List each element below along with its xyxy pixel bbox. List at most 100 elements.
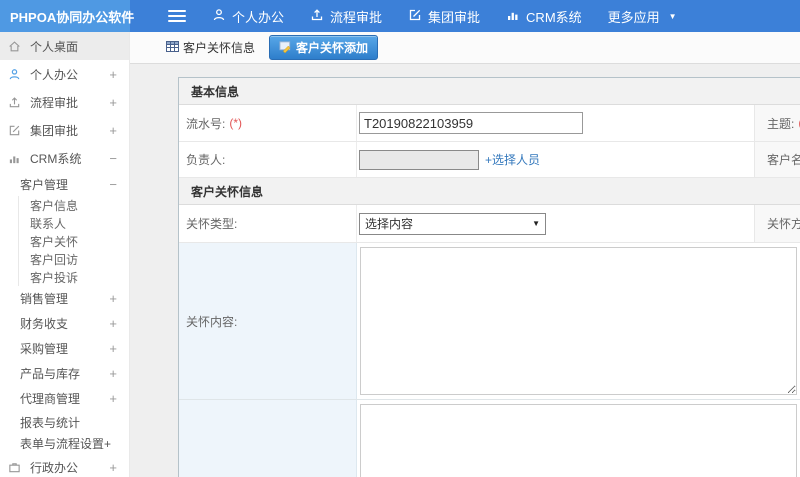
section-header-care-info: 客户关怀信息 bbox=[179, 178, 800, 205]
nav-group-approval[interactable]: 集团审批 bbox=[408, 7, 480, 26]
sidebar-item-label: 代理商管理 bbox=[20, 392, 81, 406]
main-area: 客户关怀信息 客户关怀添加 基本信息 流水号: (*) T20190822103… bbox=[130, 32, 800, 477]
tab-label: 客户关怀添加 bbox=[296, 41, 369, 55]
sidebar-item-label: 联系人 bbox=[30, 216, 67, 231]
sidebar-item-label: 产品与库存 bbox=[20, 367, 81, 381]
extra-content-label bbox=[179, 400, 357, 477]
collapse-toggle[interactable]: − bbox=[109, 151, 117, 166]
care-method-label: 关怀方式: bbox=[754, 205, 800, 242]
sidebar-item-sales-management[interactable]: 销售管理 + bbox=[0, 286, 129, 311]
expand-toggle[interactable]: + bbox=[109, 366, 117, 381]
sidebar-item-group-approval[interactable]: 集团审批 + bbox=[0, 116, 129, 144]
sidebar-item-desktop[interactable]: 个人桌面 bbox=[0, 32, 129, 60]
sidebar-item-purchasing[interactable]: 采购管理 + bbox=[0, 336, 129, 361]
flow-icon bbox=[8, 96, 21, 109]
expand-toggle[interactable]: + bbox=[109, 460, 117, 475]
sidebar-item-label: 行政办公 bbox=[30, 460, 79, 475]
sidebar-item-admin-office[interactable]: 行政办公 + bbox=[0, 453, 129, 477]
care-type-cell: 选择内容 ▼ bbox=[357, 205, 754, 242]
owner-row: 负责人: +选择人员 客户名称: (*) bbox=[179, 142, 800, 178]
sidebar-item-label: 表单与流程设置+ bbox=[20, 436, 112, 451]
sidebar-item-customer-revisit[interactable]: 客户回访 bbox=[19, 250, 129, 268]
sidebar-item-label: 集团审批 bbox=[30, 123, 79, 138]
top-navbar: PHPOA协同办公软件 个人办公 流程审批 集团审批 CRM系统 更多应用 ▼ bbox=[0, 0, 800, 32]
expand-toggle[interactable]: + bbox=[109, 291, 117, 306]
sidebar-item-reports-statistics[interactable]: 报表与统计 bbox=[0, 411, 129, 433]
nav-crm-system[interactable]: CRM系统 bbox=[506, 7, 582, 26]
briefcase-icon bbox=[8, 461, 21, 474]
dropdown-arrow-icon: ▼ bbox=[532, 219, 540, 228]
sidebar-item-personal-office[interactable]: 个人办公 + bbox=[0, 60, 129, 88]
nav-label: CRM系统 bbox=[526, 9, 582, 25]
sidebar: 个人桌面 个人办公 + 流程审批 + 集团审批 + CRM系统 − 客户管理 −… bbox=[0, 32, 130, 477]
nav-label: 流程审批 bbox=[330, 9, 383, 25]
care-content-cell bbox=[357, 243, 800, 399]
field-label: 主题: bbox=[767, 116, 795, 131]
tab-customer-care-info[interactable]: 客户关怀信息 bbox=[160, 36, 261, 59]
serial-number-cell bbox=[357, 105, 754, 141]
expand-toggle[interactable]: + bbox=[109, 95, 117, 110]
owner-cell: +选择人员 bbox=[357, 142, 754, 177]
expand-toggle[interactable]: + bbox=[109, 123, 117, 138]
care-type-select[interactable]: 选择内容 ▼ bbox=[359, 212, 546, 235]
sidebar-item-customer-management[interactable]: 客户管理 − bbox=[0, 172, 129, 196]
sidebar-item-label: 客户关怀 bbox=[30, 234, 79, 249]
nav-label: 更多应用 bbox=[607, 9, 660, 25]
expand-toggle[interactable]: + bbox=[109, 316, 117, 331]
sidebar-item-customer-care[interactable]: 客户关怀 bbox=[19, 232, 129, 250]
section-header-basic-info: 基本信息 bbox=[179, 78, 800, 105]
nav-more-apps[interactable]: 更多应用 ▼ bbox=[608, 7, 677, 26]
care-content-textarea[interactable] bbox=[360, 247, 797, 395]
sidebar-item-customer-complaint[interactable]: 客户投诉 bbox=[19, 268, 129, 286]
sidebar-item-workflow-approval[interactable]: 流程审批 + bbox=[0, 88, 129, 116]
person-icon bbox=[8, 68, 21, 81]
edit-icon bbox=[408, 8, 422, 25]
chart-icon bbox=[506, 8, 520, 25]
sidebar-item-customer-info[interactable]: 客户信息 bbox=[19, 196, 129, 214]
sidebar-item-label: 客户回访 bbox=[30, 252, 79, 267]
collapse-toggle[interactable]: − bbox=[109, 177, 117, 192]
person-icon bbox=[212, 8, 226, 25]
sidebar-item-contacts[interactable]: 联系人 bbox=[19, 214, 129, 232]
sidebar-item-agent-management[interactable]: 代理商管理 + bbox=[0, 386, 129, 411]
nav-personal-office[interactable]: 个人办公 bbox=[212, 7, 284, 26]
field-label: 流水号: bbox=[186, 116, 226, 131]
field-label: 关怀类型: bbox=[186, 217, 238, 231]
top-nav: 个人办公 流程审批 集团审批 CRM系统 更多应用 ▼ bbox=[212, 7, 677, 26]
selected-option: 选择内容 bbox=[365, 217, 414, 231]
field-label: 客户名称: bbox=[767, 153, 800, 167]
tab-label: 客户关怀信息 bbox=[183, 41, 256, 55]
serial-number-row: 流水号: (*) 主题: (*) bbox=[179, 105, 800, 142]
customer-name-label: 客户名称: (*) bbox=[754, 142, 800, 177]
expand-toggle[interactable]: + bbox=[109, 391, 117, 406]
edit-icon bbox=[8, 124, 21, 137]
serial-number-label: 流水号: (*) bbox=[179, 105, 357, 141]
menu-toggle-icon[interactable] bbox=[168, 7, 186, 25]
tab-customer-care-add[interactable]: 客户关怀添加 bbox=[269, 35, 379, 60]
extra-content-textarea[interactable] bbox=[360, 404, 797, 477]
sidebar-item-finance[interactable]: 财务收支 + bbox=[0, 311, 129, 336]
owner-input[interactable] bbox=[359, 149, 479, 170]
required-mark: (*) bbox=[229, 116, 243, 130]
sidebar-item-label: 客户信息 bbox=[30, 198, 79, 213]
serial-number-input[interactable] bbox=[359, 112, 583, 134]
expand-toggle[interactable]: + bbox=[109, 341, 117, 356]
sidebar-item-label: 财务收支 bbox=[20, 317, 69, 331]
content-area: 基本信息 流水号: (*) 主题: (*) bbox=[130, 64, 800, 477]
sidebar-item-products-inventory[interactable]: 产品与库存 + bbox=[0, 361, 129, 386]
care-type-row: 关怀类型: 选择内容 ▼ 关怀方式: bbox=[179, 205, 800, 243]
expand-toggle[interactable]: + bbox=[109, 67, 117, 82]
sidebar-item-crm-system[interactable]: CRM系统 − bbox=[0, 144, 129, 172]
care-content-row: 关怀内容: bbox=[179, 243, 800, 400]
nav-workflow-approval[interactable]: 流程审批 bbox=[310, 7, 382, 26]
customer-submenu: 客户信息 联系人 客户关怀 客户回访 客户投诉 bbox=[18, 196, 129, 286]
select-person-link[interactable]: +选择人员 bbox=[485, 151, 540, 168]
sidebar-item-form-workflow-settings[interactable]: 表单与流程设置+ bbox=[0, 433, 129, 453]
caret-down-icon: ▼ bbox=[668, 11, 677, 21]
field-label: 关怀内容: bbox=[186, 314, 238, 329]
flow-icon bbox=[310, 8, 324, 25]
app-logo[interactable]: PHPOA协同办公软件 bbox=[0, 0, 134, 32]
nav-label: 个人办公 bbox=[232, 9, 285, 25]
sidebar-item-label: 销售管理 bbox=[20, 292, 69, 306]
owner-label: 负责人: bbox=[179, 142, 357, 177]
